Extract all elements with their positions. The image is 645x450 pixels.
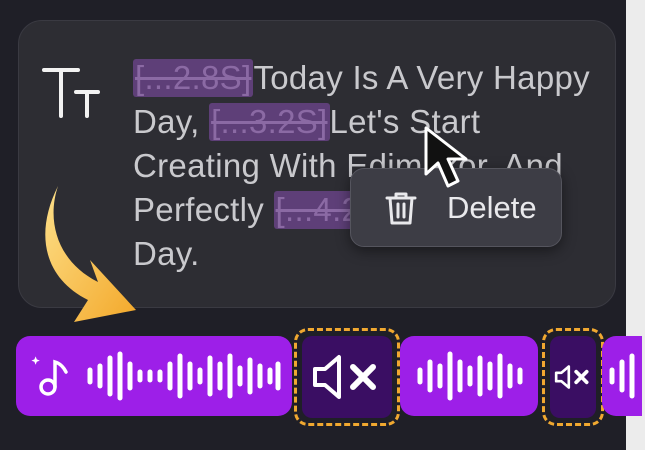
muted-segment-2[interactable]: [542, 328, 604, 426]
pause-tag-1[interactable]: [...2.8S]: [133, 59, 254, 97]
audio-clip-3[interactable]: [602, 336, 642, 416]
music-note-icon: [31, 356, 68, 396]
waveform: [609, 353, 635, 399]
pause-tag-2[interactable]: [...3.2S]: [209, 103, 330, 141]
audio-clip-1[interactable]: [16, 336, 292, 416]
trash-icon: [385, 192, 417, 224]
waveform: [417, 351, 523, 401]
curved-arrow-icon: [45, 186, 137, 322]
delete-menu-item[interactable]: Delete: [447, 190, 537, 226]
speaker-mute-icon: [554, 365, 589, 389]
mouse-pointer-icon: [424, 126, 468, 188]
speaker-mute-icon: [313, 355, 376, 399]
text-size-icon: [42, 68, 100, 118]
audio-clip-2[interactable]: [400, 336, 538, 416]
muted-segment-1[interactable]: [294, 328, 400, 426]
waveform: [87, 351, 281, 401]
